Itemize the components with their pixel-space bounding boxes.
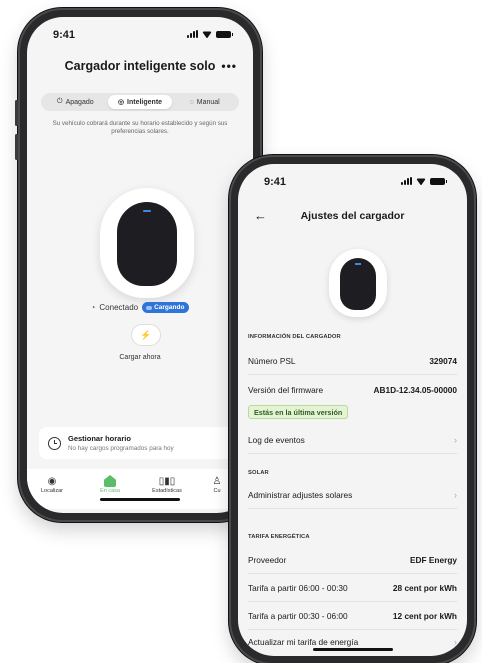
tab-locate[interactable]: ◉ Localizar [39, 475, 65, 494]
phone-frame-main: 9:41 Cargador inteligente solo ••• ⏻ Apa… [15, 8, 262, 522]
firmware-value: AB1D-12.34.05-00000 [373, 385, 457, 395]
solar-settings-row[interactable]: Administrar adjustes solares › [248, 485, 457, 505]
home-indicator [100, 498, 180, 501]
tariff-offpeak-value: 12 cent por kWh [392, 611, 457, 621]
home-icon [104, 475, 116, 487]
schedule-subtitle: No hay cargos programados para hoy [68, 445, 174, 452]
connection-status: Conectado [99, 303, 139, 312]
location-icon: ◉ [47, 476, 57, 487]
page-title: Cargador inteligente solo [64, 59, 216, 73]
main-screen: 9:41 Cargador inteligente solo ••• ⏻ Apa… [27, 17, 253, 513]
bottom-tab-bar: ◉ Localizar En casa ▯▮▯ Estadísticas ♙ C… [27, 469, 253, 509]
section-header-tariff: TARIFA ENERGÉTICA [248, 534, 310, 540]
psl-number-row: Número PSL 329074 [248, 351, 457, 371]
charger-image [329, 249, 387, 317]
status-bar: 9:41 [27, 17, 253, 47]
divider [248, 374, 457, 375]
tariff-peak-value: 28 cent por kWh [392, 583, 457, 593]
mode-tab-label: Apagado [65, 98, 94, 106]
smart-icon: ◎ [117, 99, 125, 106]
latest-version-badge: Estás en la última versión [248, 405, 349, 419]
wifi-icon [202, 30, 212, 38]
divider [248, 453, 457, 454]
connection-status-row: ◔ Conectado Cargando [27, 302, 253, 313]
battery-icon [216, 30, 233, 38]
event-log-label: Log de eventos [248, 435, 305, 445]
firmware-row: Versión del firmware AB1D-12.34.05-00000 [248, 380, 457, 400]
schedule-title: Gestionar horario [68, 434, 131, 443]
manage-schedule-card[interactable]: Gestionar horario No hay cargos programa… [39, 427, 253, 459]
home-indicator [312, 648, 393, 651]
mode-tab-label: Manual [196, 98, 220, 106]
section-header-solar: SOLAR [248, 470, 269, 476]
status-time: 9:41 [264, 176, 287, 188]
more-options-button[interactable]: ••• [221, 59, 237, 73]
tariff-peak-label: Tarifa a partir 06:00 - 00:30 [248, 583, 348, 593]
provider-value: EDF Energy [409, 555, 457, 565]
mode-tab-off[interactable]: ⏻ Apagado [43, 95, 108, 109]
divider [248, 629, 457, 630]
update-tariff-label: Actualizar mi tarifa de energía [248, 637, 359, 647]
provider-label: Proveedor [248, 555, 287, 565]
status-bar: 9:41 [238, 164, 467, 194]
mode-tab-smart[interactable]: ◎ Inteligente [107, 95, 173, 109]
tariff-peak-row: Tarifa a partir 06:00 - 00:30 28 cent po… [248, 578, 457, 598]
charging-badge-label: Cargando [154, 304, 185, 311]
solar-settings-label: Administrar adjustes solares [248, 490, 353, 500]
tab-label: Estadísticas [152, 488, 182, 494]
tab-home[interactable]: En casa [97, 475, 123, 494]
status-time: 9:41 [53, 29, 76, 41]
divider [248, 508, 457, 509]
charging-badge: Cargando [142, 302, 190, 313]
firmware-label: Versión del firmware [248, 385, 324, 395]
page-title: Ajustes del cargador [300, 210, 405, 222]
tariff-offpeak-label: Tarifa a partir 00:30 - 06:00 [248, 611, 348, 621]
charge-now-label: Cargar ahora [119, 354, 161, 361]
charger-image [100, 188, 194, 298]
divider [248, 573, 457, 574]
user-icon: ♙ [212, 476, 222, 487]
chevron-right-icon: › [454, 637, 457, 647]
volume-up-button [15, 100, 18, 126]
section-header-charger-info: INFORMACIÓN DEL CARGADOR [248, 334, 341, 340]
chevron-right-icon: › [454, 435, 457, 445]
manual-icon: ◌ [189, 98, 194, 106]
event-log-row[interactable]: Log de eventos › [248, 430, 457, 450]
tariff-offpeak-row: Tarifa a partir 00:30 - 06:00 12 cent po… [248, 606, 457, 626]
tab-label: En casa [100, 488, 120, 494]
wifi-icon [416, 177, 426, 185]
stats-icon: ▯▮▯ [158, 476, 176, 487]
tab-statistics[interactable]: ▯▮▯ Estadísticas [147, 475, 187, 494]
charge-mode-selector: ⏻ Apagado ◎ Inteligente ◌ Manual [41, 93, 239, 111]
provider-row: Proveedor EDF Energy [248, 550, 457, 570]
settings-screen: 9:41 ← Ajustes del cargador INFORMACIÓN … [238, 164, 467, 656]
phone-frame-settings: 9:41 ← Ajustes del cargador INFORMACIÓN … [229, 155, 476, 663]
clock-icon [48, 436, 61, 450]
signal-icon [187, 30, 198, 38]
charge-now-button[interactable]: ⚡ [131, 324, 161, 346]
bolt-icon: ⚡ [140, 329, 152, 340]
mode-tab-manual[interactable]: ◌ Manual [172, 95, 237, 109]
psl-value: 329074 [429, 356, 457, 366]
tab-label: Localizar [40, 488, 63, 494]
chevron-right-icon: › [454, 490, 457, 500]
tab-label: Cu [213, 488, 221, 494]
tab-account[interactable]: ♙ Cu [207, 475, 227, 494]
signal-icon [401, 177, 412, 185]
power-icon: ⏻ [57, 98, 63, 105]
psl-label: Número PSL [248, 356, 296, 366]
charging-badge-icon [146, 305, 153, 310]
battery-icon [430, 177, 447, 185]
mode-description: Su vehículo cobrará durante su horario e… [52, 120, 228, 135]
divider [248, 601, 457, 602]
mode-tab-label: Inteligente [127, 98, 163, 106]
connected-wifi-icon: ◔ [90, 303, 96, 312]
volume-down-button [15, 134, 18, 160]
